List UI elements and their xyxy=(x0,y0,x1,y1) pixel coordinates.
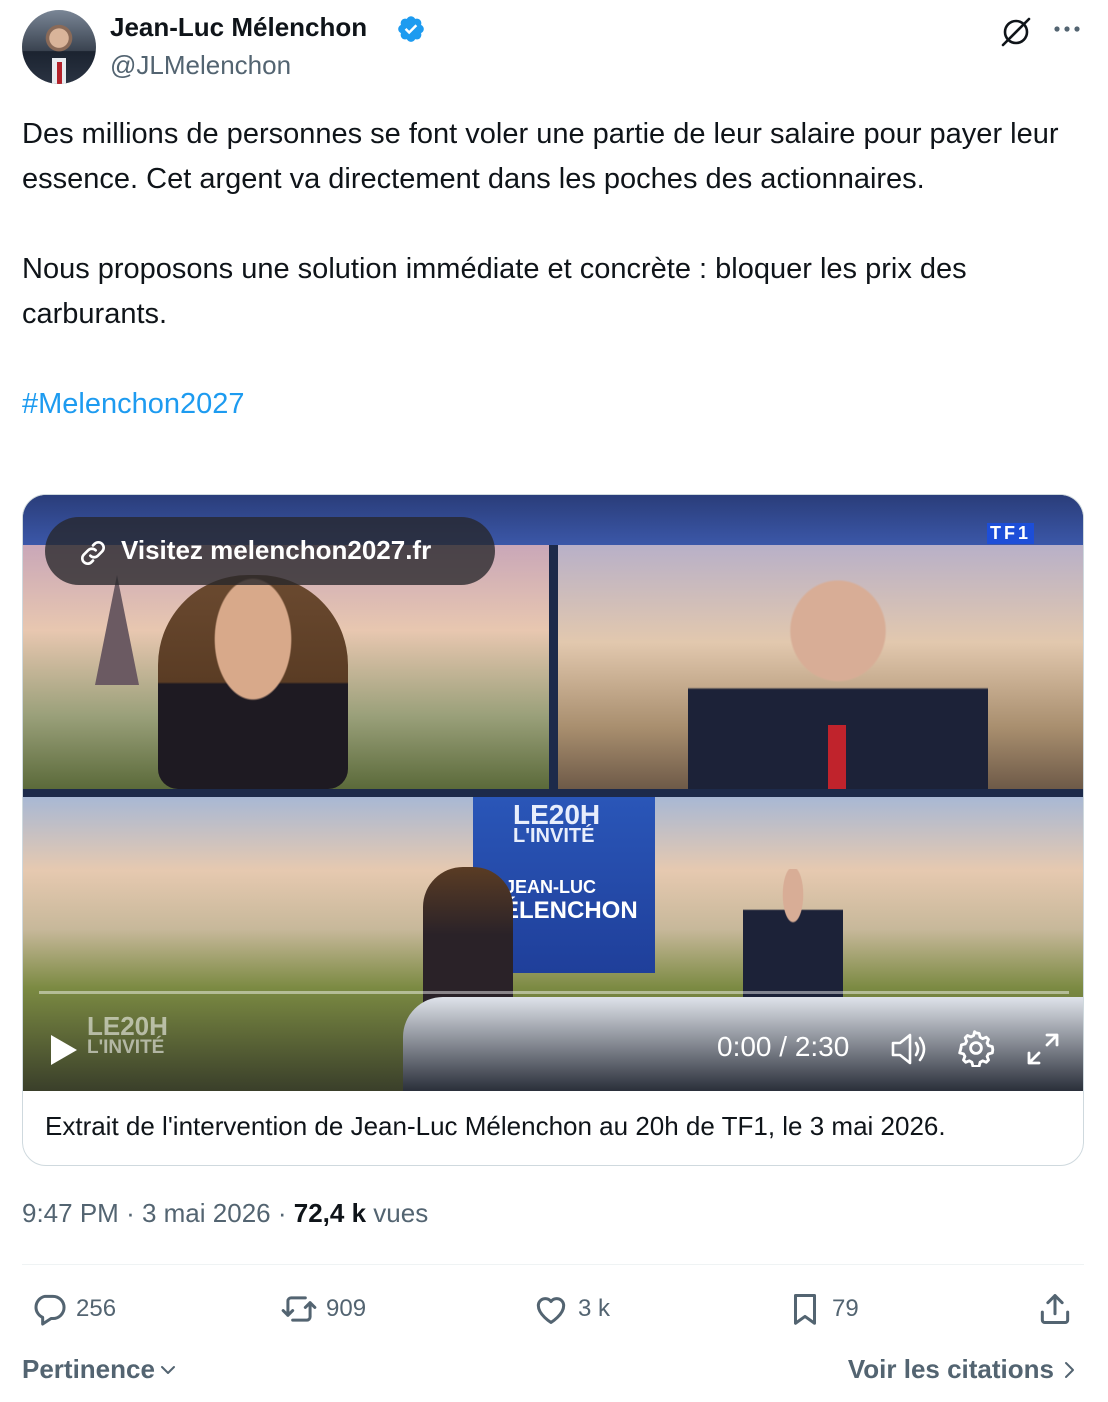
verified-badge-icon xyxy=(398,16,424,42)
video-frame-guest xyxy=(558,545,1083,789)
visit-website-pill[interactable]: Visitez melenchon2027.fr xyxy=(45,517,495,585)
volume-icon[interactable] xyxy=(889,1031,929,1067)
media-caption: Extrait de l'intervention de Jean-Luc Mé… xyxy=(45,1111,946,1141)
post-meta: 9:47 PM · 3 mai 2026 · 72,4 k vues xyxy=(22,1198,428,1229)
settings-gear-icon[interactable] xyxy=(957,1029,995,1067)
bookmark-button[interactable]: 79 xyxy=(786,1288,859,1330)
post-paragraph: Des millions de personnes se font voler … xyxy=(22,118,1059,195)
screen-guest-first: JEAN-LUC xyxy=(505,877,597,897)
repost-button[interactable]: 909 xyxy=(280,1288,366,1330)
post-text: Des millions de personnes se font voler … xyxy=(22,112,1082,427)
meta-separator: · xyxy=(277,1198,287,1228)
reply-button[interactable]: 256 xyxy=(30,1288,116,1330)
like-button[interactable]: 3 k xyxy=(532,1288,610,1330)
sort-dropdown[interactable]: Pertinence xyxy=(22,1354,179,1385)
reply-count: 256 xyxy=(76,1295,117,1322)
author-handle[interactable]: @JLMelenchon xyxy=(110,50,291,81)
video-progress-bar[interactable] xyxy=(39,991,1069,994)
meta-separator: · xyxy=(126,1198,135,1228)
view-quotes-label: Voir les citations xyxy=(847,1354,1054,1384)
bookmark-count: 79 xyxy=(832,1295,859,1322)
post-date[interactable]: 3 mai 2026 xyxy=(142,1198,271,1228)
channel-logo: TF1 xyxy=(986,523,1035,544)
show-watermark: LE20H L'INVITÉ xyxy=(87,1011,168,1058)
author-name[interactable]: Jean-Luc Mélenchon xyxy=(110,12,367,43)
view-quotes-link[interactable]: Voir les citations xyxy=(848,1354,1080,1385)
fullscreen-icon[interactable] xyxy=(1025,1031,1061,1067)
link-icon xyxy=(81,541,105,565)
like-count: 3 k xyxy=(578,1295,611,1322)
repost-count: 909 xyxy=(326,1295,367,1322)
divider xyxy=(22,1264,1084,1265)
post-time[interactable]: 9:47 PM xyxy=(22,1198,119,1228)
hashtag-link[interactable]: #Melenchon2027 xyxy=(22,388,245,420)
post-paragraph: Nous proposons une solution immédiate et… xyxy=(22,253,967,330)
heart-icon xyxy=(536,1297,566,1324)
video-player[interactable]: TF1 LE20H L'INVITÉ JEAN-LUC MÉLENCHON LE… xyxy=(23,495,1083,1091)
sort-label: Pertinence xyxy=(22,1354,155,1384)
visit-website-label: Visitez melenchon2027.fr xyxy=(121,535,432,565)
screen-show-line2: L'INVITÉ xyxy=(513,825,595,847)
views-label: vues xyxy=(373,1198,429,1228)
bookmark-icon xyxy=(793,1294,817,1325)
chevron-down-icon xyxy=(160,1365,175,1374)
more-options-icon[interactable] xyxy=(1050,14,1084,44)
share-icon xyxy=(1040,1294,1070,1324)
media-card[interactable]: TF1 LE20H L'INVITÉ JEAN-LUC MÉLENCHON LE… xyxy=(22,494,1084,1166)
share-button[interactable] xyxy=(1036,1288,1082,1330)
chevron-right-icon xyxy=(1065,1361,1074,1378)
reply-icon xyxy=(34,1294,66,1326)
views-count[interactable]: 72,4 k xyxy=(294,1198,366,1228)
grok-icon[interactable] xyxy=(998,14,1034,50)
repost-icon xyxy=(281,1296,317,1322)
play-icon[interactable] xyxy=(49,1033,79,1067)
video-time: 0:00 / 2:30 xyxy=(717,1031,850,1062)
avatar[interactable] xyxy=(22,10,96,84)
